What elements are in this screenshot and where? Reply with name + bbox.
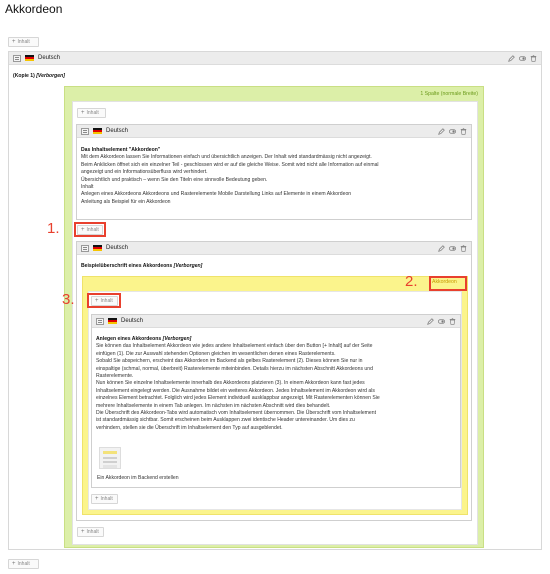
grid-column-label: 1 Spalte (normale Breite) [420,91,478,97]
marker-3: 3. [62,291,75,308]
content-element-info: Deutsch Das Inhaltselement "Akkordeon" M… [76,124,472,220]
add-content-button-after-info[interactable]: + Inhalt [77,225,103,235]
inner-body-line: ist standardmässig sichtbar. Somit ersch… [96,417,355,424]
plus-icon: + [12,39,16,45]
marker-1: 1. [47,220,60,237]
add-content-button-grid-top[interactable]: + Inhalt [77,108,106,118]
pencil-icon[interactable] [438,127,445,135]
inner-body-line: mehrere Inhaltselemente in einem Tab anl… [96,402,331,409]
page-title: Akkordeon [5,2,63,16]
inner-body-line: Rasterelemente. [96,373,134,380]
visibility-toggle-icon[interactable] [449,128,456,135]
pencil-icon[interactable] [508,54,515,62]
accordion-badge: Akkordeon [432,279,457,285]
screenshot-thumbnail[interactable] [99,447,121,469]
visibility-toggle-icon[interactable] [438,318,445,325]
trash-icon[interactable] [460,127,467,135]
element-header: Deutsch [9,52,541,65]
element-body-line: Anleitung als Beispiel für ein Akkordeon [81,198,171,205]
inner-heading: Anlegen eines Akkordeons [Verborgen] [96,336,192,342]
visibility-toggle-icon[interactable] [519,55,526,62]
copy-label: (Kopie 1) [Verborgen] [13,73,65,79]
inner-body-line: einfügen (1). Die zur Auswahl stehenden … [96,350,336,357]
trash-icon[interactable] [460,244,467,252]
accordion-heading: Beispielüberschrift eines Akkordeons [Ve… [81,263,203,269]
pencil-icon[interactable] [427,317,434,325]
inner-body-line: verhindern, stellen sie die Überschrift … [96,424,283,431]
element-body-line: Inhalt [81,184,94,191]
element-body-line: Mit dem Akkordeon lassen Sie Information… [81,154,372,161]
content-type-icon [81,127,89,135]
add-content-button-top[interactable]: + Inhalt [8,37,39,47]
marker-2: 2. [405,273,418,290]
add-content-button-grid-bottom[interactable]: + Inhalt [77,527,104,537]
german-flag-icon [108,318,117,324]
trash-icon[interactable] [530,54,537,62]
trash-icon[interactable] [449,317,456,325]
element-heading: Das Inhaltselement "Akkordeon" [81,147,161,153]
german-flag-icon [93,128,102,134]
inner-body-line: Sie können das Inhaltselement Akkordeon … [96,343,373,350]
content-element-inner: Deutsch Anlegen eines Akkordeons [Verbor… [91,314,461,488]
element-body-line: angezeigt und ein Informationsüberfluss … [81,169,208,176]
visibility-toggle-icon[interactable] [449,245,456,252]
add-content-button-accordion-bottom[interactable]: + Inhalt [91,494,118,504]
inner-body-line: einspaltige (schmal, normal, überbreit) … [96,365,373,372]
inner-body-line: Sobald Sie abspeichern, erscheint das Ak… [96,358,363,365]
inner-body-line: Inhaltselement eingelegt werden. Die Aus… [96,387,375,394]
image-caption: Ein Akkordeon im Backend erstellen [97,475,179,481]
add-content-button-bottom[interactable]: + Inhalt [8,559,39,569]
german-flag-icon [25,55,34,61]
inner-body-line: einzelnes Element betrachtet. Folglich w… [96,395,380,402]
add-content-button-accordion[interactable]: + Inhalt [91,296,118,306]
pencil-icon[interactable] [438,244,445,252]
content-type-icon [81,244,89,252]
content-type-icon [96,317,104,325]
inner-body-line: Nun können Sie einzelne Inhaltselemente … [96,380,365,387]
inner-body-line: Die Überschrift des Akkordeon-Tabs wird … [96,410,376,417]
content-type-icon [13,54,21,62]
german-flag-icon [93,245,102,251]
element-body-line: Beim Anklicken öffnet sich ein einzelner… [81,161,379,168]
element-body-line: Anlegen eines Akkordeons Akkordeons und … [81,191,352,198]
element-body-line: Übersichtlich und praktisch – wenn Sie d… [81,176,268,183]
